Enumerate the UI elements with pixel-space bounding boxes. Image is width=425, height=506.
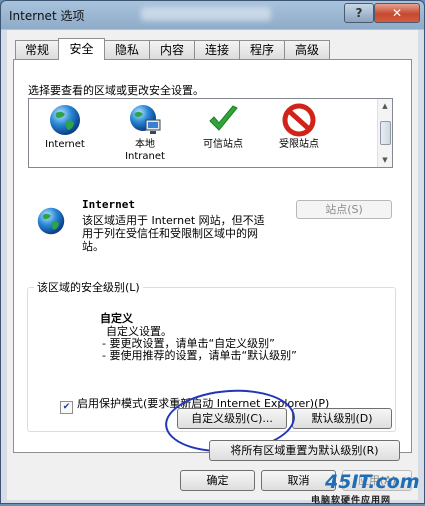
tab-connections[interactable]: 连接: [194, 40, 240, 59]
zone-list-scrollbar[interactable]: ▲ ▼: [377, 99, 392, 167]
tab-programs[interactable]: 程序: [239, 40, 285, 59]
intranet-icon: [130, 105, 161, 134]
zone-restricted-label: 受限站点: [279, 139, 319, 150]
scroll-thumb[interactable]: [380, 121, 391, 145]
tab-content[interactable]: 内容: [149, 40, 195, 59]
title-bar[interactable]: Internet 选项 ? ✕: [1, 1, 424, 29]
scroll-down-icon[interactable]: ▼: [380, 155, 390, 165]
dialog-body: 常规 安全 隐私 内容 连接 程序 高级 选择要查看的区域或更改安全设置。 In…: [7, 30, 418, 500]
zone-internet[interactable]: Internet: [33, 103, 97, 151]
reset-all-zones-button[interactable]: 将所有区域重置为默认级别(R): [209, 440, 400, 461]
sites-button[interactable]: 站点(S): [296, 200, 392, 219]
scroll-up-icon[interactable]: ▲: [380, 101, 390, 111]
zone-trusted-label: 可信站点: [203, 139, 243, 150]
security-level-title: 自定义: [100, 312, 133, 325]
security-level-group-label: 该区域的安全级别(L): [34, 279, 143, 295]
window-title: Internet 选项: [9, 9, 85, 23]
site-watermark: 45IT.com 电脑软硬件应用网: [311, 471, 423, 506]
close-button[interactable]: ✕: [374, 3, 420, 23]
internet-options-window: Internet 选项 ? ✕ 常规 安全 隐私 内容 连接 程序 高级 选择要…: [0, 0, 425, 506]
checkmark-icon: [209, 105, 238, 131]
tab-security[interactable]: 安全: [58, 38, 105, 60]
zone-intranet-label-2: Intranet: [125, 151, 165, 162]
zone-trusted-sites[interactable]: 可信站点: [191, 103, 255, 151]
custom-level-button[interactable]: 自定义级别(C)...: [177, 408, 287, 429]
zone-internet-label: Internet: [45, 139, 85, 150]
tab-privacy[interactable]: 隐私: [104, 40, 150, 59]
zone-instruction: 选择要查看的区域或更改安全设置。: [28, 84, 204, 97]
watermark-subtitle: 电脑软硬件应用网: [311, 496, 392, 506]
ok-button[interactable]: 确定: [180, 470, 255, 491]
zone-local-intranet[interactable]: 本地 Intranet: [113, 103, 177, 163]
zone-restricted-sites[interactable]: 受限站点: [267, 103, 331, 151]
security-panel: 选择要查看的区域或更改安全设置。 Internet 本地 Intranet 可信…: [13, 59, 412, 461]
zone-intranet-label: 本地: [135, 139, 155, 150]
tab-general[interactable]: 常规: [15, 40, 59, 59]
watermark-logo: 45IT.com: [325, 471, 420, 493]
protected-mode-checkbox[interactable]: ✔: [60, 401, 73, 414]
selected-zone-name: Internet: [82, 198, 135, 211]
zone-list: Internet 本地 Intranet 可信站点 受限站点 ▲ ▼: [28, 98, 393, 168]
selected-zone-description: 该区域适用于 Internet 网站，但不适用于列在受信任和受限制区域中的网站。: [82, 214, 265, 253]
selected-zone-globe-icon: [37, 207, 65, 235]
globe-icon: [50, 105, 80, 135]
tab-advanced[interactable]: 高级: [284, 40, 330, 59]
help-button[interactable]: ?: [344, 3, 374, 23]
default-level-button[interactable]: 默认级别(D): [292, 408, 392, 429]
security-level-line-3: - 要使用推荐的设置，请单击“默认级别”: [102, 349, 297, 362]
blurred-region: [141, 7, 271, 21]
restricted-icon: [282, 103, 316, 137]
